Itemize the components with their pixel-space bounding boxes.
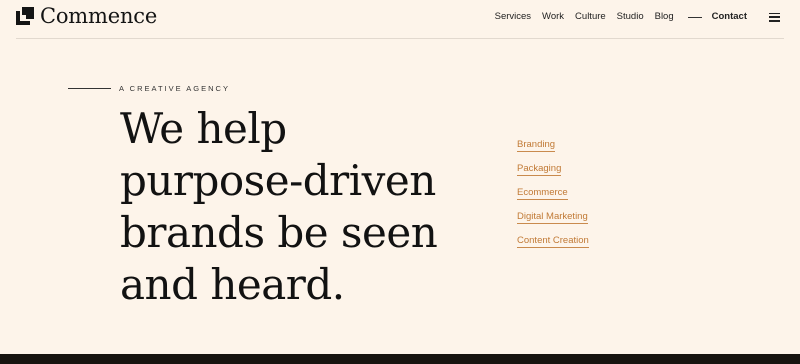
headline-line: purpose-driven xyxy=(120,156,436,205)
nav-blog[interactable]: Blog xyxy=(655,11,674,23)
nav-culture[interactable]: Culture xyxy=(575,11,606,23)
commence-logo-icon xyxy=(16,7,34,25)
nav-studio[interactable]: Studio xyxy=(617,11,644,23)
service-link-digital-marketing[interactable]: Digital Marketing xyxy=(517,211,588,224)
headline-line: brands be seen xyxy=(120,208,438,257)
eyebrow: A CREATIVE AGENCY xyxy=(68,84,230,93)
logo-link[interactable]: Commence xyxy=(16,5,157,27)
nav-services[interactable]: Services xyxy=(495,11,531,23)
service-link-content-creation[interactable]: Content Creation xyxy=(517,235,589,248)
site-header: Commence Services Work Culture Studio Bl… xyxy=(0,0,800,38)
headline-line: and heard. xyxy=(120,260,345,309)
footer-section-edge xyxy=(0,354,800,364)
headline-line: We help xyxy=(120,104,287,153)
nav-divider xyxy=(687,16,702,18)
hamburger-icon[interactable] xyxy=(769,12,780,22)
nav-contact[interactable]: Contact xyxy=(712,11,747,23)
nav-work[interactable]: Work xyxy=(542,11,564,23)
service-link-ecommerce[interactable]: Ecommerce xyxy=(517,187,568,200)
eyebrow-text: A CREATIVE AGENCY xyxy=(119,84,230,93)
service-link-packaging[interactable]: Packaging xyxy=(517,163,562,176)
services-list: Branding Packaging Ecommerce Digital Mar… xyxy=(517,139,589,259)
service-link-branding[interactable]: Branding xyxy=(517,139,556,152)
logo-text: Commence xyxy=(40,4,158,28)
header-divider xyxy=(16,38,784,39)
main-nav: Services Work Culture Studio Blog Contac… xyxy=(495,11,780,23)
eyebrow-line xyxy=(68,88,111,89)
hero-headline: We help purpose-driven brands be seen an… xyxy=(120,103,438,311)
